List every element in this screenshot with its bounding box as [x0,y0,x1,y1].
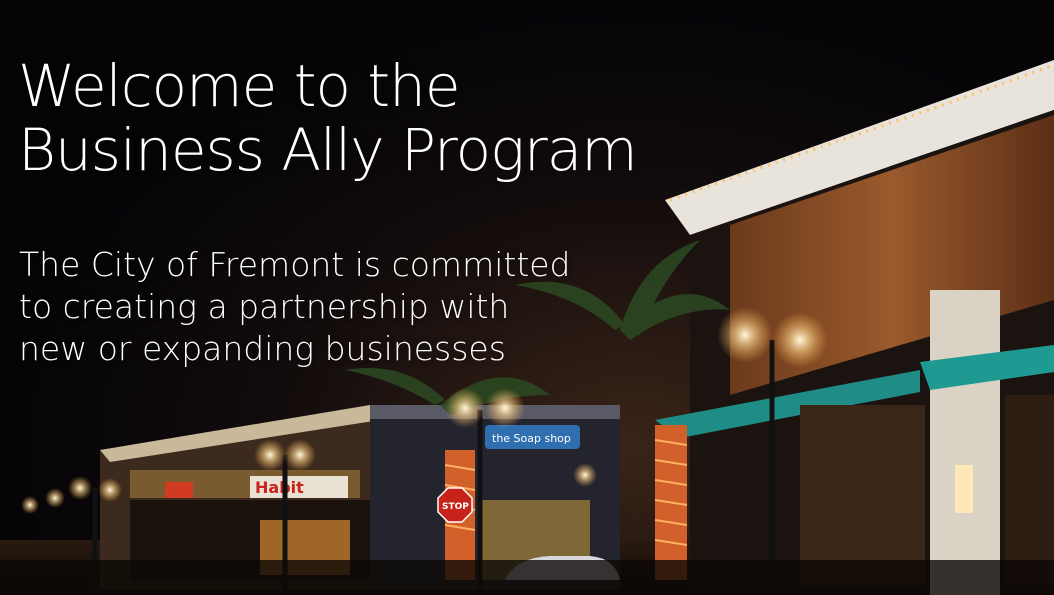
hero-banner: Habit the Soap shop STOP Welcome to the … [0,0,1054,595]
subheadline-line-2: to creating a partnership with [19,287,510,326]
headline-line-1: Welcome to the [18,52,461,120]
stop-sign: STOP [442,502,469,512]
subheadline-line-3: new or expanding businesses [19,329,506,368]
headline-line-2: Business Ally Program [18,116,638,184]
subheadline: The City of Fremont is committed to crea… [19,244,571,370]
subheadline-line-1: The City of Fremont is committed [19,245,571,284]
habit-sign: Habit [255,478,304,497]
headline: Welcome to the Business Ally Program [18,52,638,184]
shop-sign: the Soap shop [492,432,571,445]
